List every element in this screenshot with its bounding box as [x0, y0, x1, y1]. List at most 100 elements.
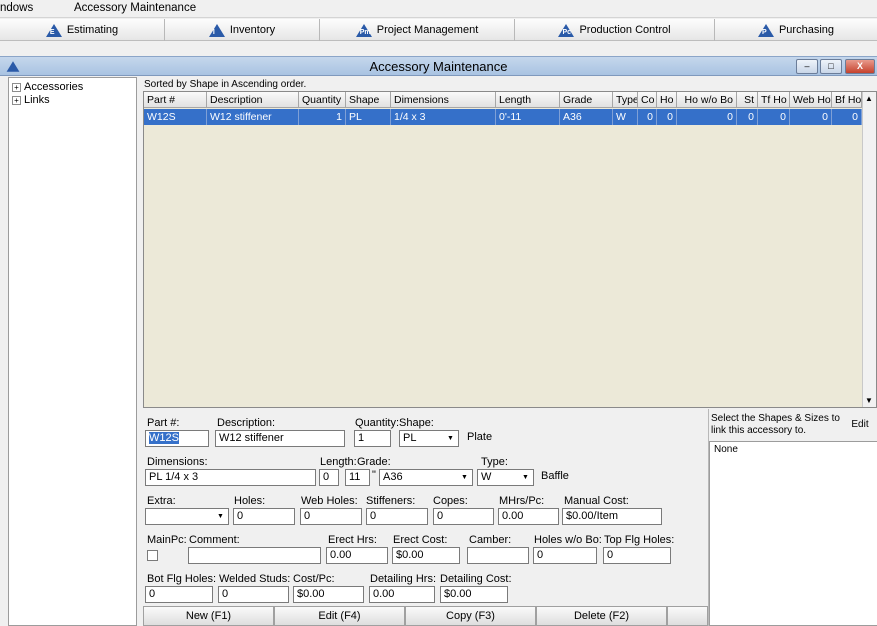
column-header-holes[interactable]: Ho	[657, 92, 677, 108]
column-header-holes-wo-bolts[interactable]: Ho w/o Bo	[677, 92, 737, 108]
column-header-length[interactable]: Length	[496, 92, 560, 108]
web-holes-input[interactable]: 0	[300, 508, 362, 525]
table-cell: W12 stiffener	[207, 109, 299, 125]
tree-item-accessories[interactable]: + Accessories	[12, 81, 83, 93]
shape-value: PL	[403, 432, 417, 444]
project-management-module-button[interactable]: Pm Project Management	[320, 19, 515, 41]
table-cell: 0	[758, 109, 790, 125]
part-input[interactable]: W12S	[145, 430, 209, 447]
mainpc-label: MainPc:	[147, 534, 187, 546]
maximize-button[interactable]: □	[820, 59, 842, 74]
column-header-quantity[interactable]: Quantity	[299, 92, 346, 108]
edit-shapes-button[interactable]: Edit	[845, 419, 875, 430]
detailing-hrs-input[interactable]: 0.00	[369, 586, 435, 603]
column-header-grade[interactable]: Grade	[560, 92, 613, 108]
web-holes-label: Web Holes:	[301, 495, 358, 507]
table-cell: 0	[638, 109, 657, 125]
cost-per-piece-label: Cost/Pc:	[293, 573, 335, 585]
holes-input[interactable]: 0	[233, 508, 295, 525]
copes-input[interactable]: 0	[433, 508, 494, 525]
holes-wo-bolts-input[interactable]: 0	[533, 547, 597, 564]
menu-windows[interactable]: ndows	[0, 2, 33, 14]
estimating-logo-icon: E	[45, 23, 62, 37]
length-feet-input[interactable]: 0	[319, 469, 339, 486]
production-control-module-button[interactable]: Pc Production Control	[515, 19, 715, 41]
table-cell: W	[613, 109, 638, 125]
bottom-flange-holes-input[interactable]: 0	[145, 586, 213, 603]
window-title: Accessory Maintenance	[369, 59, 508, 74]
shape-select[interactable]: PL ▼	[399, 430, 459, 447]
linked-shapes-list[interactable]: None	[709, 441, 877, 626]
inches-mark: "	[372, 469, 376, 481]
menu-accessory-maintenance[interactable]: Accessory Maintenance	[74, 2, 196, 14]
welded-studs-label: Welded Studs:	[219, 573, 291, 585]
column-header-part[interactable]: Part #	[144, 92, 207, 108]
column-header-description[interactable]: Description	[207, 92, 299, 108]
extra-select[interactable]: ▼	[145, 508, 229, 525]
comment-label: Comment:	[189, 534, 240, 546]
copy-button[interactable]: Copy (F3)	[405, 606, 536, 626]
column-header-type[interactable]: Type	[613, 92, 638, 108]
estimating-module-button[interactable]: E Estimating	[0, 19, 165, 41]
tree-item-label: Accessories	[24, 81, 84, 93]
length-inches-input[interactable]: 11	[345, 469, 370, 486]
dimensions-input[interactable]: PL 1/4 x 3	[145, 469, 316, 486]
quantity-input[interactable]: 1	[354, 430, 391, 447]
dropdown-arrow-icon: ▼	[447, 435, 454, 442]
detailing-hrs-label: Detailing Hrs:	[370, 573, 437, 585]
shape-label: Shape:	[399, 417, 434, 429]
column-header-copes[interactable]: Co	[638, 92, 657, 108]
detailing-cost-input[interactable]: $0.00	[440, 586, 508, 603]
purchasing-module-button[interactable]: P Purchasing	[715, 19, 877, 41]
mainpc-checkbox[interactable]	[147, 550, 158, 561]
new-button[interactable]: New (F1)	[143, 606, 274, 626]
empty-button-slot	[667, 606, 708, 626]
minimize-button[interactable]: –	[796, 59, 818, 74]
manual-cost-input[interactable]: $0.00/Item	[562, 508, 662, 525]
erect-cost-input[interactable]: $0.00	[392, 547, 460, 564]
project-management-logo-icon: Pm	[355, 23, 372, 37]
column-header-bf-holes[interactable]: Bf Ho	[832, 92, 862, 108]
top-flange-holes-input[interactable]: 0	[603, 547, 671, 564]
expand-icon[interactable]: +	[12, 95, 21, 105]
grid-vertical-scrollbar[interactable]: ▲ ▼	[862, 92, 876, 407]
column-header-web-holes[interactable]: Web Ho	[790, 92, 832, 108]
column-header-tf-holes[interactable]: Tf Ho	[758, 92, 790, 108]
column-header-stiffeners[interactable]: St	[737, 92, 758, 108]
erect-hrs-input[interactable]: 0.00	[326, 547, 388, 564]
tree-item-label: Links	[24, 94, 50, 106]
mhrs-label: MHrs/Pc:	[499, 495, 545, 507]
linked-shapes-prompt: Select the Shapes & Sizes to link this a…	[711, 413, 840, 436]
tree-item-links[interactable]: + Links	[12, 94, 50, 106]
list-item[interactable]: None	[714, 444, 873, 455]
expand-icon[interactable]: +	[12, 82, 21, 92]
scroll-down-arrow-icon[interactable]: ▼	[865, 396, 873, 405]
camber-input[interactable]	[467, 547, 529, 564]
column-header-shape[interactable]: Shape	[346, 92, 391, 108]
stiffeners-input[interactable]: 0	[366, 508, 428, 525]
extra-label: Extra:	[147, 495, 176, 507]
grade-value: A36	[383, 471, 403, 483]
holes-label: Holes:	[234, 495, 266, 507]
mhrs-input[interactable]: 0.00	[498, 508, 559, 525]
table-cell: 0	[657, 109, 677, 125]
scroll-up-arrow-icon[interactable]: ▲	[865, 94, 873, 103]
description-input[interactable]: W12 stiffener	[215, 430, 345, 447]
grade-select[interactable]: A36 ▼	[379, 469, 473, 486]
edit-button[interactable]: Edit (F4)	[274, 606, 405, 626]
table-cell: PL	[346, 109, 391, 125]
comment-input[interactable]	[188, 547, 321, 564]
erect-hrs-label: Erect Hrs:	[328, 534, 377, 546]
production-control-logo-icon: Pc	[558, 23, 575, 37]
welded-studs-input[interactable]: 0	[218, 586, 289, 603]
linked-shapes-panel: Select the Shapes & Sizes to link this a…	[708, 409, 877, 626]
close-button[interactable]: X	[845, 59, 875, 74]
module-label: Purchasing	[778, 24, 835, 36]
delete-button[interactable]: Delete (F2)	[536, 606, 667, 626]
dropdown-arrow-icon: ▼	[522, 474, 529, 481]
type-select[interactable]: W ▼	[477, 469, 534, 486]
length-label: Length:	[320, 456, 357, 468]
inventory-module-button[interactable]: I Inventory	[165, 19, 320, 41]
cost-per-piece-input[interactable]: $0.00	[293, 586, 364, 603]
column-header-dimensions[interactable]: Dimensions	[391, 92, 496, 108]
